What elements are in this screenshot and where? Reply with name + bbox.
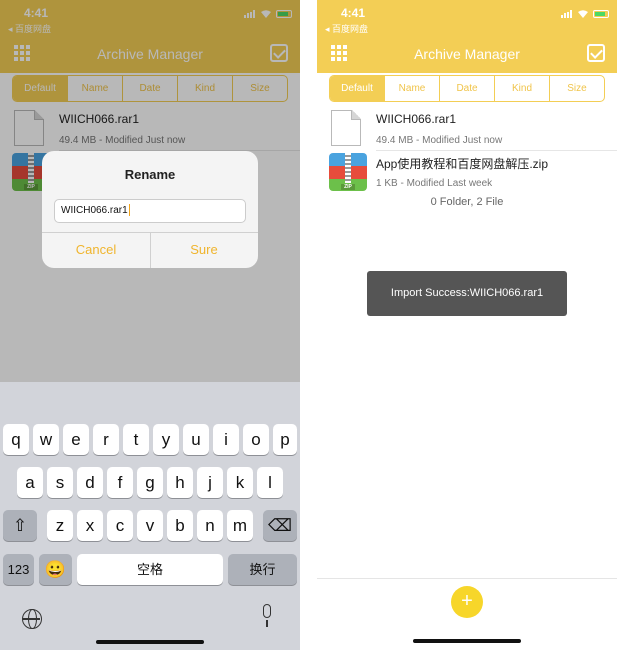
app-title: Archive Manager: [414, 46, 520, 62]
text-caret: [128, 204, 130, 217]
key-t[interactable]: t: [123, 424, 149, 455]
key-r[interactable]: r: [93, 424, 119, 455]
file-row[interactable]: WIICH066.rar1 49.4 MB - Modified Just no…: [317, 110, 617, 152]
key-y[interactable]: y: [153, 424, 179, 455]
tab-kind[interactable]: Kind: [495, 76, 550, 101]
keyboard: q w e r t y u i o p a s d f g h j k l ⇧ …: [0, 382, 300, 650]
rename-dialog: Rename WIICH066.rar1 Cancel Sure: [42, 151, 258, 268]
return-key[interactable]: 换行: [228, 554, 297, 585]
file-meta: 1 KB - Modified Last week: [376, 178, 493, 189]
left-screen: 4:41 ◂ 百度网盘 Archive Manager Default Name…: [0, 0, 300, 650]
add-button[interactable]: +: [451, 586, 483, 618]
import-success-toast: Import Success:WIICH066.rar1: [367, 271, 567, 316]
battery-icon: [593, 10, 609, 18]
home-indicator: [413, 639, 521, 643]
key-m[interactable]: m: [227, 510, 253, 541]
delete-key[interactable]: ⌫: [263, 510, 297, 541]
shift-key[interactable]: ⇧: [3, 510, 37, 541]
space-key[interactable]: 空格: [77, 554, 223, 585]
document-icon: [331, 110, 361, 146]
key-q[interactable]: q: [3, 424, 29, 455]
key-f[interactable]: f: [107, 467, 133, 498]
select-checkbox-icon[interactable]: [587, 44, 605, 62]
tab-default[interactable]: Default: [330, 76, 385, 101]
globe-icon[interactable]: [22, 609, 42, 629]
status-icons: [561, 10, 609, 18]
file-count: 0 Folder, 2 File: [430, 196, 504, 208]
key-s[interactable]: s: [47, 467, 73, 498]
rename-input-value: WIICH066.rar1: [61, 205, 128, 216]
key-z[interactable]: z: [47, 510, 73, 541]
key-x[interactable]: x: [77, 510, 103, 541]
key-e[interactable]: e: [63, 424, 89, 455]
key-a[interactable]: a: [17, 467, 43, 498]
numbers-key[interactable]: 123: [3, 554, 34, 585]
key-b[interactable]: b: [167, 510, 193, 541]
rename-input[interactable]: WIICH066.rar1: [54, 199, 246, 223]
file-name: App使用教程和百度网盘解压.zip: [376, 157, 549, 171]
file-name: WIICH066.rar1: [376, 112, 457, 126]
key-d[interactable]: d: [77, 467, 103, 498]
key-j[interactable]: j: [197, 467, 223, 498]
bottom-divider: [317, 578, 617, 579]
key-h[interactable]: h: [167, 467, 193, 498]
home-indicator: [96, 640, 204, 644]
app-header: 4:41 ◂ 百度网盘 Archive Manager: [317, 0, 617, 73]
tab-name[interactable]: Name: [385, 76, 440, 101]
signal-icon: [561, 10, 573, 18]
key-g[interactable]: g: [137, 467, 163, 498]
file-meta: 49.4 MB - Modified Just now: [376, 135, 503, 146]
key-w[interactable]: w: [33, 424, 59, 455]
key-c[interactable]: c: [107, 510, 133, 541]
key-n[interactable]: n: [197, 510, 223, 541]
sort-tabs: Default Name Date Kind Size: [329, 75, 605, 102]
key-l[interactable]: l: [257, 467, 283, 498]
wifi-icon: [578, 10, 588, 18]
tab-size[interactable]: Size: [550, 76, 604, 101]
key-o[interactable]: o: [243, 424, 269, 455]
zip-archive-icon: ZIP: [329, 153, 367, 191]
key-k[interactable]: k: [227, 467, 253, 498]
file-row[interactable]: ZIP App使用教程和百度网盘解压.zip 1 KB - Modified L…: [317, 153, 617, 195]
key-i[interactable]: i: [213, 424, 239, 455]
right-screen: 4:41 ◂ 百度网盘 Archive Manager Default Name…: [317, 0, 617, 650]
row-divider: [376, 150, 617, 151]
status-time: 4:41: [341, 6, 366, 20]
microphone-icon[interactable]: [261, 604, 273, 628]
back-to-app-link[interactable]: ◂ 百度网盘: [325, 22, 368, 35]
tab-date[interactable]: Date: [440, 76, 495, 101]
key-p[interactable]: p: [273, 424, 297, 455]
sure-button[interactable]: Sure: [150, 242, 258, 257]
key-v[interactable]: v: [137, 510, 163, 541]
cancel-button[interactable]: Cancel: [42, 242, 150, 257]
key-u[interactable]: u: [183, 424, 209, 455]
emoji-key[interactable]: 😀: [39, 554, 72, 585]
dialog-title: Rename: [124, 167, 176, 182]
